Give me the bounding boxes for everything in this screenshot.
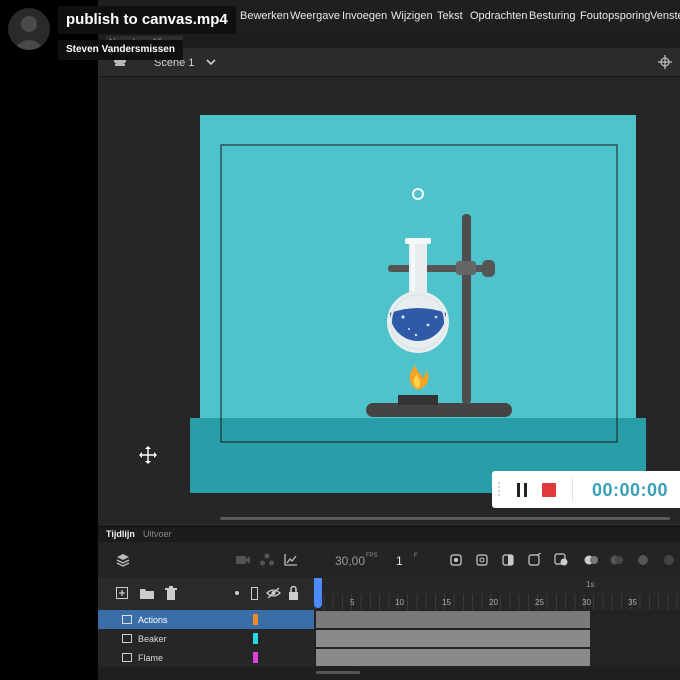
screen-recorder-widget: 00:00:00: [492, 471, 680, 508]
graph-icon[interactable]: [284, 553, 298, 566]
layer-color-swatch[interactable]: [253, 633, 258, 644]
ruler-label: 20: [489, 598, 498, 607]
scene-bar: Scene 1: [98, 48, 680, 77]
pause-icon[interactable]: [516, 483, 528, 497]
onion-outline-icon[interactable]: [610, 554, 624, 566]
tab-tijdlijn[interactable]: Tijdlijn: [106, 529, 135, 539]
insert-keyframe-icon[interactable]: [450, 554, 462, 566]
ruler-label: 10: [395, 598, 404, 607]
layer-row-actions[interactable]: Actions: [98, 610, 314, 629]
scene-dropdown-chevron-icon[interactable]: [206, 59, 216, 66]
stop-icon[interactable]: [542, 483, 556, 497]
highlight-layers-icon[interactable]: [235, 591, 239, 595]
recorder-divider: [572, 477, 573, 502]
ruler-label: 25: [535, 598, 544, 607]
menu-weergave[interactable]: Weergave: [290, 10, 340, 22]
menu-tekst[interactable]: Tekst: [437, 10, 463, 22]
menu-opdrachten[interactable]: Opdrachten: [470, 10, 527, 22]
drag-handle[interactable]: [498, 482, 500, 497]
ruler-label: 35: [628, 598, 637, 607]
edit-multiple-frames-icon[interactable]: [636, 554, 650, 566]
layer-row-beaker[interactable]: Beaker: [98, 629, 314, 648]
layer-color-swatch[interactable]: [253, 614, 258, 625]
parenting-icon[interactable]: [260, 553, 274, 566]
new-layer-icon[interactable]: [116, 587, 128, 599]
timeline-header: 1s 5 10 15 20 25 30 35: [98, 578, 680, 610]
menu-bewerken[interactable]: Bewerken: [240, 10, 289, 22]
center-stage-icon[interactable]: [658, 55, 672, 69]
layer-row-flame[interactable]: Flame: [98, 648, 314, 667]
camera-icon[interactable]: [236, 554, 250, 565]
frame-ruler[interactable]: 1s 5 10 15 20 25 30 35: [314, 578, 680, 610]
frame-span[interactable]: [316, 649, 590, 666]
move-cursor-icon: [139, 446, 157, 464]
onion-skin-icon[interactable]: [584, 554, 598, 566]
menu-besturing[interactable]: Besturing: [529, 10, 575, 22]
frames-row-actions[interactable]: [314, 610, 680, 629]
menu-venster[interactable]: Venster: [650, 10, 680, 22]
tween-icon[interactable]: [528, 553, 542, 566]
animate-app-window: Bewerken Weergave Invoegen Wijzigen Teks…: [98, 0, 680, 680]
layer-icon: [122, 634, 132, 643]
timeline-toolbar: 30,00 FPS 1 F: [98, 542, 680, 578]
layer-color-swatch[interactable]: [253, 652, 258, 663]
timeline-scroll-area: [98, 667, 680, 680]
stage-horizontal-scrollbar[interactable]: [220, 517, 670, 520]
delete-trash-icon[interactable]: [165, 586, 177, 600]
fps-value[interactable]: 30,00: [335, 554, 365, 568]
avatar[interactable]: [8, 8, 50, 50]
timeline-horizontal-scrollbar[interactable]: [316, 671, 360, 674]
outline-layers-icon[interactable]: [251, 587, 259, 600]
layer-icon: [122, 653, 132, 662]
hide-layers-eye-icon[interactable]: [266, 587, 281, 599]
ruler-label: 15: [442, 598, 451, 607]
layer-icon: [122, 615, 132, 624]
author-name[interactable]: Steven Vandersmissen: [58, 40, 183, 60]
stand-rod: [462, 214, 471, 404]
menu-invoegen[interactable]: Invoegen: [342, 10, 387, 22]
video-title: publish to canvas.mp4: [58, 6, 236, 34]
layer-name[interactable]: Actions: [138, 615, 168, 625]
layer-name[interactable]: Beaker: [138, 634, 167, 644]
stand-base: [366, 403, 512, 417]
menu-foutopsporing[interactable]: Foutopsporing: [580, 10, 650, 22]
tab-uitvoer[interactable]: Uitvoer: [143, 529, 172, 539]
stand-clamp-grip: [456, 261, 476, 275]
new-folder-icon[interactable]: [140, 587, 154, 599]
lock-layers-icon[interactable]: [288, 586, 299, 600]
playhead[interactable]: [314, 578, 322, 608]
document-tab-strip: Naamloos-15: [98, 34, 680, 48]
stage-area[interactable]: [98, 77, 680, 525]
stand-clamp-knob: [482, 260, 495, 277]
insert-frame-icon[interactable]: [502, 554, 514, 566]
current-frame[interactable]: 1: [396, 554, 403, 568]
insert-blank-keyframe-icon[interactable]: [476, 554, 488, 566]
layer-name[interactable]: Flame: [138, 653, 163, 663]
burner: [398, 395, 438, 405]
stage-canvas[interactable]: [98, 77, 680, 525]
frames-row-beaker[interactable]: [314, 629, 680, 648]
frames-row-flame[interactable]: [314, 648, 680, 667]
recording-timer: 00:00:00: [592, 480, 669, 500]
flask-lip: [405, 238, 431, 244]
ruler-time-marker: 1s: [586, 580, 595, 589]
timeline-tab-bar: Tijdlijn Uitvoer: [98, 526, 680, 543]
frame-span[interactable]: [316, 630, 590, 647]
ruler-label: 30: [582, 598, 591, 607]
frame-unit: F: [414, 553, 418, 559]
frame-span[interactable]: [316, 611, 590, 628]
remove-tween-icon[interactable]: [554, 553, 568, 566]
layers-icon[interactable]: [116, 553, 130, 567]
loop-icon[interactable]: [662, 554, 676, 566]
menu-wijzigen[interactable]: Wijzigen: [391, 10, 433, 22]
left-black-strip: [0, 0, 98, 680]
fps-unit: FPS: [366, 553, 378, 559]
ruler-label: 5: [350, 598, 355, 607]
